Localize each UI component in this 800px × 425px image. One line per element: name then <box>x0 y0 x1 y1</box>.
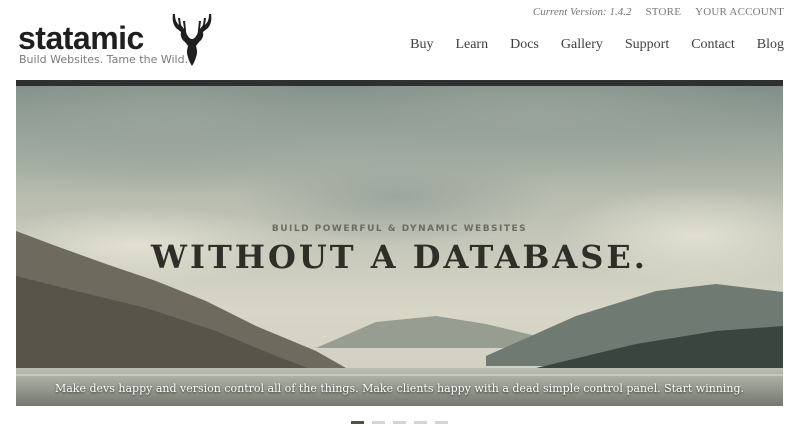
nav-item-gallery[interactable]: Gallery <box>561 37 603 53</box>
slider-dot-3[interactable] <box>393 421 406 424</box>
logo-wordmark[interactable]: statamic <box>18 20 144 56</box>
nav-item-buy[interactable]: Buy <box>410 37 433 53</box>
nav-item-docs[interactable]: Docs <box>510 37 539 53</box>
current-version-label: Current Version: 1.4.2 <box>532 6 632 18</box>
nav-item-blog[interactable]: Blog <box>757 37 784 53</box>
your-account-link[interactable]: YOUR ACCOUNT <box>695 6 784 18</box>
slider-dot-5[interactable] <box>435 421 448 424</box>
slider-pagination <box>351 421 448 424</box>
main-nav: Buy Learn Docs Gallery Support Contact B… <box>410 37 784 53</box>
logo-tagline: Build Websites. Tame the Wild. <box>19 53 189 66</box>
nav-item-contact[interactable]: Contact <box>691 37 735 53</box>
store-link[interactable]: STORE <box>645 6 681 18</box>
nav-item-support[interactable]: Support <box>625 37 669 53</box>
slider-dot-2[interactable] <box>372 421 385 424</box>
site-logo[interactable]: statamic Build Websites. Tame the Wild. <box>18 12 218 72</box>
hero-subtitle: Make devs happy and version control all … <box>54 382 745 395</box>
hero-banner[interactable]: BUILD POWERFUL & DYNAMIC WEBSITES WITHOU… <box>16 80 783 406</box>
hero-title: WITHOUT A DATABASE. <box>151 238 648 276</box>
nav-item-learn[interactable]: Learn <box>455 37 488 53</box>
slider-dot-1[interactable] <box>351 421 364 424</box>
slider-dot-4[interactable] <box>414 421 427 424</box>
utility-bar: Current Version: 1.4.2 STORE YOUR ACCOUN… <box>533 6 784 18</box>
hero-kicker: BUILD POWERFUL & DYNAMIC WEBSITES <box>271 224 528 234</box>
